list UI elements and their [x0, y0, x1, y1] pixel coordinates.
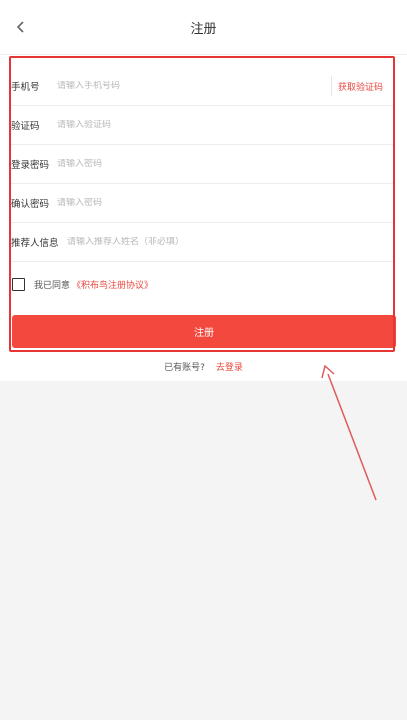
login-prompt: 已有账号?: [164, 363, 205, 373]
annotation-arrow-icon: [321, 364, 377, 501]
login-link[interactable]: 去登录: [216, 363, 243, 373]
highlight-frame: [9, 56, 395, 352]
header-bar: 注册: [0, 0, 407, 55]
page-title: 注册: [190, 22, 217, 37]
